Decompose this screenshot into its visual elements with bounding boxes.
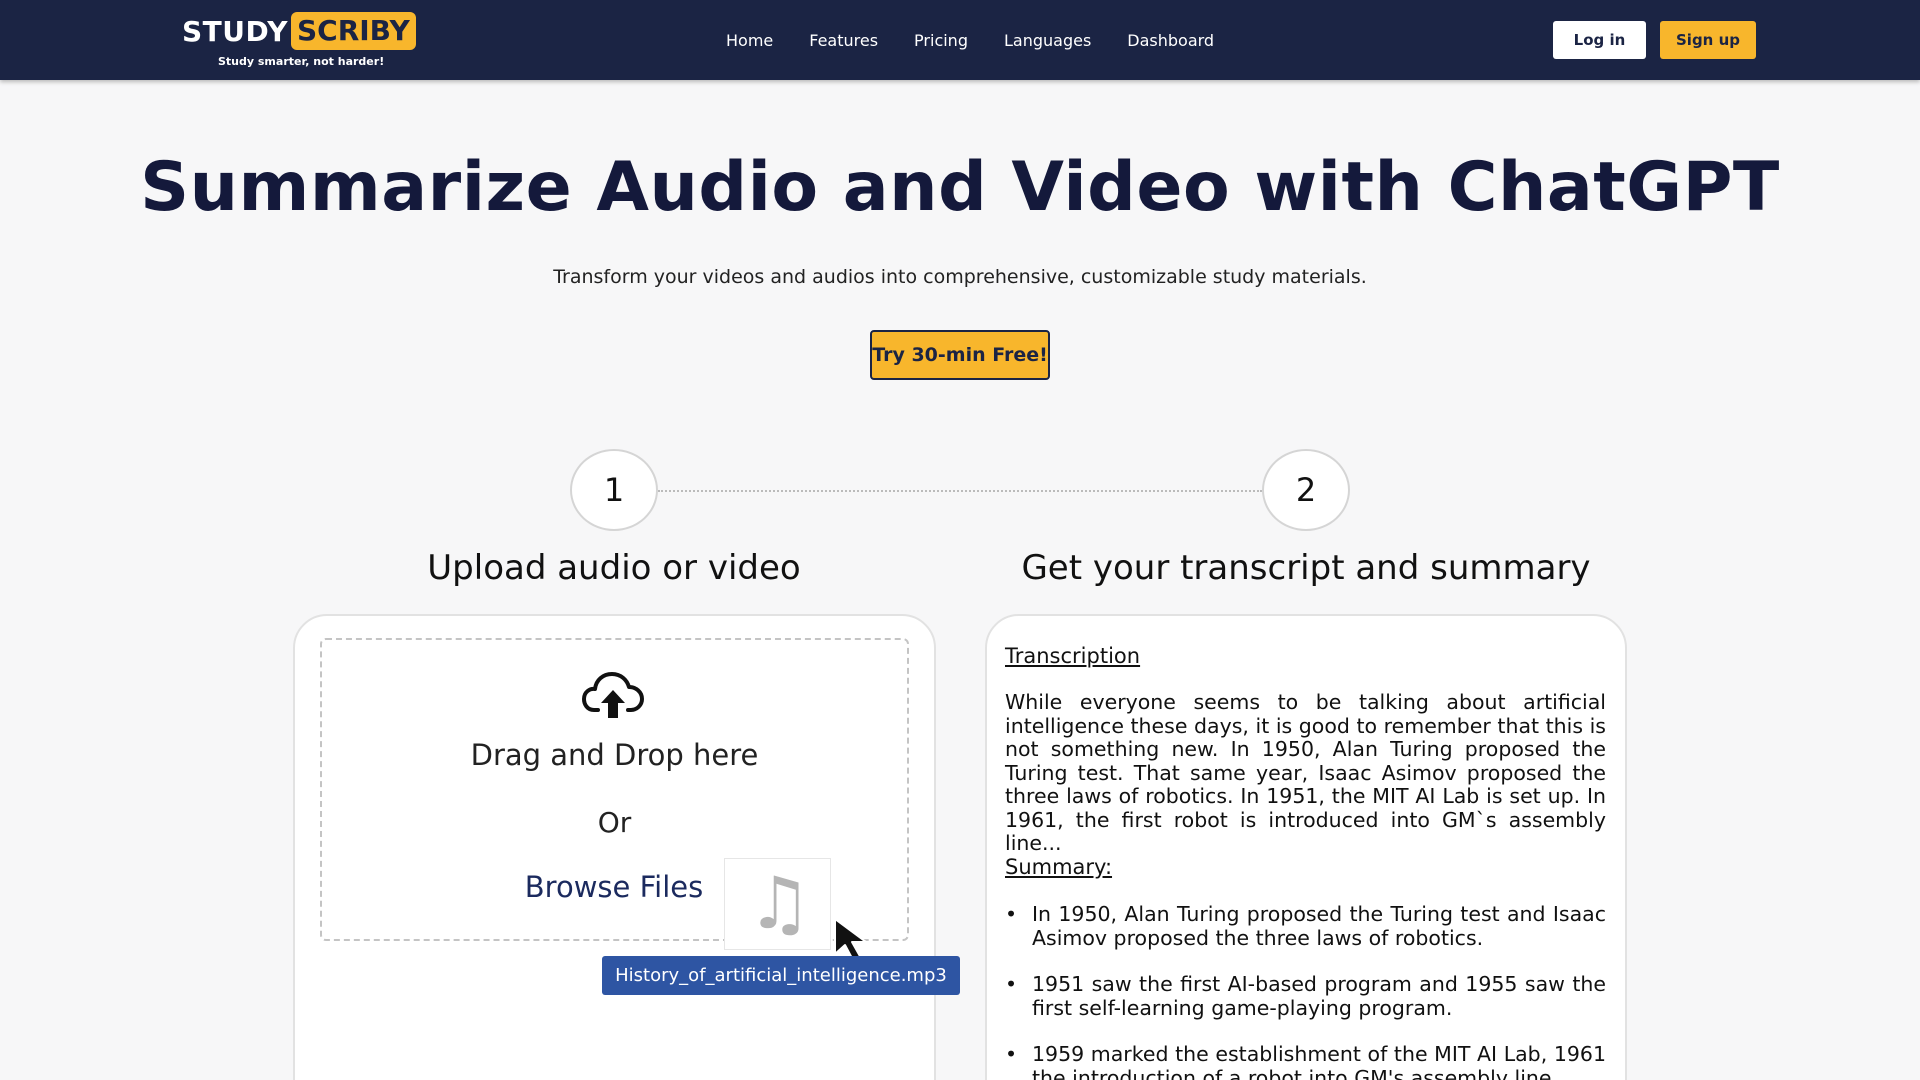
nav-link-dashboard[interactable]: Dashboard [1127, 31, 1214, 50]
logo-tagline: Study smarter, not harder! [218, 55, 385, 68]
summary-item-text: 1951 saw the first AI-based program and … [1032, 972, 1606, 1020]
browse-files-link[interactable]: Browse Files [520, 870, 708, 904]
step-2-title: Get your transcript and summary [1021, 548, 1591, 588]
step-1-title: Upload audio or video [427, 548, 801, 588]
logo-scriby-text: SCRIBY [290, 12, 416, 50]
summary-item: • In 1950, Alan Turing proposed the Turin… [1005, 902, 1606, 950]
nav-link-pricing[interactable]: Pricing [914, 31, 968, 50]
nav-link-features[interactable]: Features [809, 31, 878, 50]
or-text: Or [597, 806, 632, 839]
transcription-heading: Transcription [1005, 644, 1141, 668]
logo-study-text: STUDY [182, 14, 288, 48]
step-1-badge: 1 [570, 449, 658, 531]
summary-item: • 1951 saw the first AI-based program and… [1005, 972, 1606, 1020]
nav-link-home[interactable]: Home [726, 31, 773, 50]
summary-list: • In 1950, Alan Turing proposed the Turin… [1005, 902, 1606, 1080]
step-2-badge: 2 [1262, 449, 1350, 531]
summary-item-text: 1959 marked the establishment of the MIT… [1032, 1042, 1606, 1080]
summary-heading: Summary: [1005, 855, 1113, 879]
studyscriby-logo[interactable]: STUDY SCRIBY Study smarter, not harder! [182, 12, 416, 70]
steps-connector-line [658, 490, 1262, 492]
summary-item-text: In 1950, Alan Turing proposed the Turing… [1032, 902, 1606, 950]
nav-link-languages[interactable]: Languages [1004, 31, 1091, 50]
dragged-file-tile[interactable]: ♫ [724, 858, 831, 950]
transcription-text: While everyone seems to be talking about… [1005, 690, 1606, 855]
music-note-icon: ♫ [747, 861, 812, 945]
page-subtitle: Transform your videos and audios into co… [553, 266, 1367, 288]
top-navbar: STUDY SCRIBY Study smarter, not harder! … [0, 0, 1920, 80]
login-button[interactable]: Log in [1553, 21, 1646, 59]
summary-item: • 1959 marked the establishment of the MI… [1005, 1042, 1606, 1080]
nav-links: Home Features Pricing Languages Dashboar… [726, 0, 1250, 80]
cloud-upload-icon [582, 672, 644, 718]
page-title: Summarize Audio and Video with ChatGPT [140, 148, 1780, 227]
drag-drop-text: Drag and Drop here [470, 738, 759, 772]
signup-button[interactable]: Sign up [1660, 21, 1756, 59]
dragged-file-name: History_of_artificial_intelligence.mp3 [602, 956, 960, 995]
try-free-button[interactable]: Try 30-min Free! [870, 330, 1050, 380]
